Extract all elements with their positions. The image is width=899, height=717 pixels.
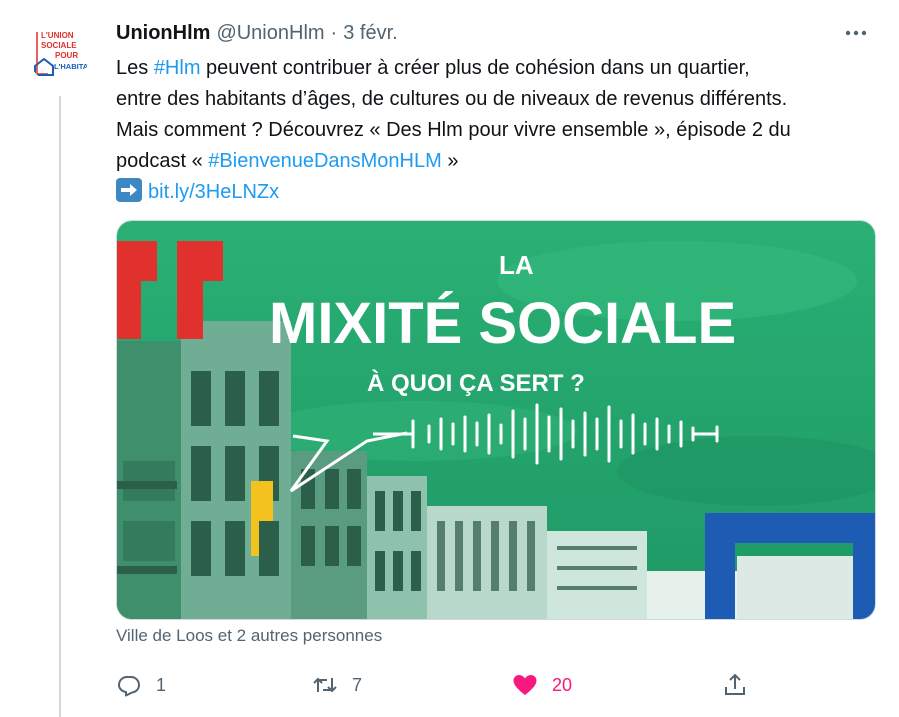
reply-count: 1 — [156, 674, 167, 695]
more-horizontal-icon — [845, 30, 867, 36]
cover-subtitle: À QUOI ÇA SERT ? — [367, 369, 585, 397]
svg-text:SOCIALE: SOCIALE — [41, 41, 77, 50]
short-link[interactable]: bit.ly/3HeLNZx — [148, 181, 279, 203]
tweet-header: UnionHlm @UnionHlm · 3 févr. — [116, 20, 869, 46]
heart-filled-icon — [513, 675, 537, 695]
cover-title-line-2: MIXITÉ SOCIALE — [269, 291, 736, 356]
author-handle[interactable]: @UnionHlm — [216, 22, 324, 45]
separator-dot: · — [330, 21, 338, 44]
share-button[interactable] — [722, 668, 748, 702]
right-arrow-emoji-icon — [116, 178, 142, 202]
tweet-date[interactable]: 3 févr. — [343, 22, 397, 45]
podcast-cover-image: LA MIXITÉ SOCIALE À QUOI ÇA SERT ? — [117, 221, 875, 619]
tweet-actions: 1 7 20 — [116, 668, 876, 702]
more-options-button[interactable] — [843, 22, 869, 44]
liked-by-text[interactable]: Ville de Loos et 2 autres personnes — [116, 626, 382, 646]
like-button[interactable]: 20 — [512, 668, 572, 702]
building-left — [117, 321, 291, 619]
author-name[interactable]: UnionHlm — [116, 22, 210, 45]
svg-text:POUR: POUR — [55, 51, 78, 60]
union-habitat-logo-icon: L'UNION SOCIALE POUR L'HABITAT — [28, 22, 90, 84]
svg-text:L'UNION: L'UNION — [41, 31, 74, 40]
retweet-icon — [313, 677, 337, 693]
share-icon — [725, 673, 745, 695]
tweet-text-line-2: entre des habitants d’âges, de cultures … — [116, 88, 788, 110]
retweet-button[interactable]: 7 — [312, 668, 362, 702]
retweet-count: 7 — [352, 674, 363, 695]
like-count: 20 — [552, 674, 573, 695]
svg-text:L'HABITAT: L'HABITAT — [54, 62, 90, 71]
tweet-media-image[interactable]: LA MIXITÉ SOCIALE À QUOI ÇA SERT ? — [116, 220, 876, 620]
hashtag-bienvenue-link[interactable]: #BienvenueDansMonHLM — [208, 150, 441, 172]
tweet-text-line-3: Mais comment ? Découvrez « Des Hlm pour … — [116, 119, 791, 141]
tweet-text-line-1: Les #Hlm peuvent contribuer à créer plus… — [116, 57, 750, 79]
reply-button[interactable]: 1 — [116, 668, 166, 702]
tweet-text-line-5: bit.ly/3HeLNZx — [116, 177, 876, 208]
tweet-text: Les #Hlm peuvent contribuer à créer plus… — [116, 53, 876, 208]
tweet-text-line-4: podcast « #BienvenueDansMonHLM » — [116, 150, 459, 172]
thread-line — [59, 96, 61, 717]
avatar[interactable]: L'UNION SOCIALE POUR L'HABITAT — [28, 22, 90, 84]
reply-icon — [118, 676, 140, 697]
cover-title-line-1: LA — [499, 250, 534, 280]
hashtag-hlm-link[interactable]: #Hlm — [154, 57, 201, 79]
